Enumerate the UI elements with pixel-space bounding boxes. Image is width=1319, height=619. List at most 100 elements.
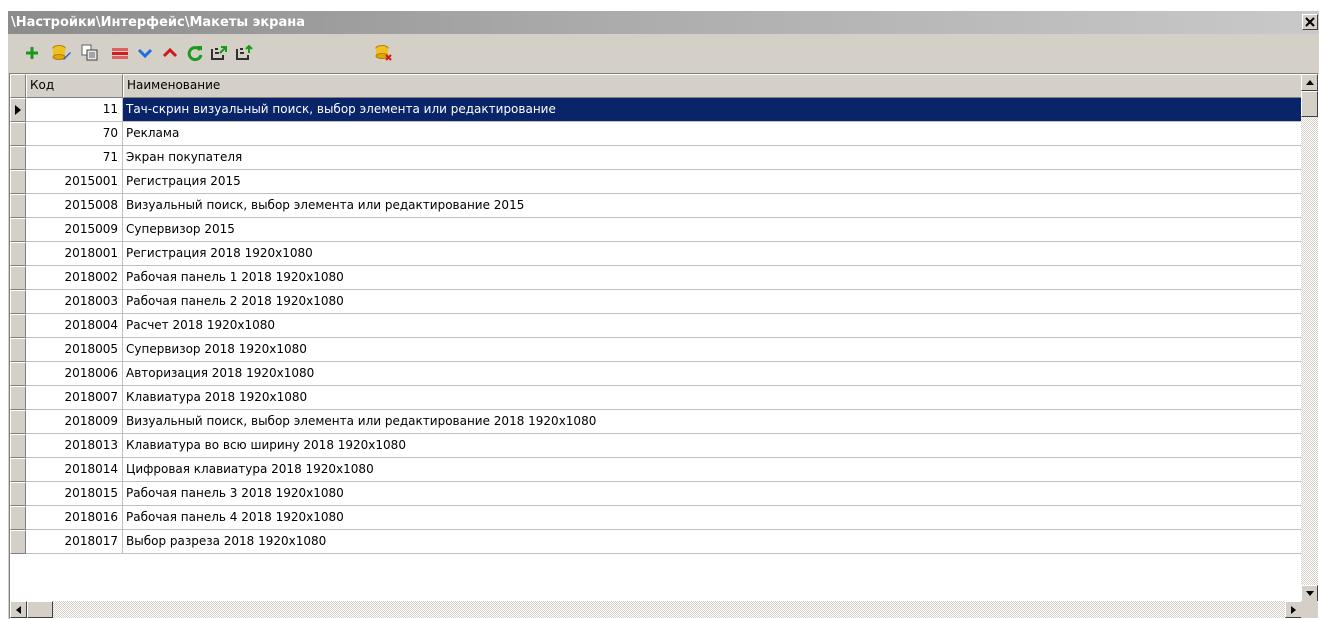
- table-row[interactable]: 11 Тач-скрин визуальный поиск, выбор элем…: [10, 98, 1302, 122]
- row-indicator[interactable]: [10, 410, 26, 434]
- move-down-button[interactable]: [134, 42, 156, 64]
- table-row[interactable]: 2015008 Визуальный поиск, выбор элемента …: [10, 194, 1302, 218]
- cell-code[interactable]: 2015008: [26, 194, 123, 218]
- column-header-code[interactable]: Код: [26, 74, 123, 98]
- table-row[interactable]: 2018015 Рабочая панель 3 2018 1920x1080: [10, 482, 1302, 506]
- table-row[interactable]: 2018003 Рабочая панель 2 2018 1920x1080: [10, 290, 1302, 314]
- cell-code[interactable]: 2018004: [26, 314, 123, 338]
- row-indicator[interactable]: [10, 146, 26, 170]
- row-indicator[interactable]: [10, 362, 26, 386]
- table-row[interactable]: 71 Экран покупателя: [10, 146, 1302, 170]
- cell-code[interactable]: 2018016: [26, 506, 123, 530]
- row-indicator[interactable]: [10, 506, 26, 530]
- row-indicator[interactable]: [10, 338, 26, 362]
- close-button[interactable]: [1302, 14, 1318, 30]
- cell-code[interactable]: 70: [26, 122, 123, 146]
- cell-code[interactable]: 2018001: [26, 242, 123, 266]
- vertical-scroll-thumb[interactable]: [1301, 91, 1318, 117]
- cell-name[interactable]: Реклама: [123, 122, 1302, 146]
- refresh-button[interactable]: [184, 42, 206, 64]
- table-row[interactable]: 2018016 Рабочая панель 4 2018 1920x1080: [10, 506, 1302, 530]
- table-row[interactable]: 2015009 Супервизор 2015: [10, 218, 1302, 242]
- row-indicator[interactable]: [10, 266, 26, 290]
- cell-name[interactable]: Тач-скрин визуальный поиск, выбор элемен…: [123, 98, 1302, 122]
- cell-name[interactable]: Рабочая панель 1 2018 1920x1080: [123, 266, 1302, 290]
- scroll-down-button[interactable]: [1301, 585, 1318, 602]
- cell-name[interactable]: Рабочая панель 4 2018 1920x1080: [123, 506, 1302, 530]
- cell-name[interactable]: Цифровая клавиатура 2018 1920x1080: [123, 458, 1302, 482]
- cell-name[interactable]: Экран покупателя: [123, 146, 1302, 170]
- row-indicator[interactable]: [10, 386, 26, 410]
- horizontal-scroll-thumb[interactable]: [27, 601, 53, 618]
- copy-button[interactable]: [79, 42, 101, 64]
- row-indicator[interactable]: [10, 314, 26, 338]
- cell-code[interactable]: 71: [26, 146, 123, 170]
- table-row[interactable]: 2018001 Регистрация 2018 1920x1080: [10, 242, 1302, 266]
- row-indicator[interactable]: [10, 482, 26, 506]
- column-header-name[interactable]: Наименование: [123, 74, 1302, 98]
- row-indicator[interactable]: [10, 458, 26, 482]
- cell-code[interactable]: 2018013: [26, 434, 123, 458]
- cell-name[interactable]: Рабочая панель 2 2018 1920x1080: [123, 290, 1302, 314]
- row-indicator[interactable]: [10, 122, 26, 146]
- cell-code[interactable]: 2018002: [26, 266, 123, 290]
- cell-name[interactable]: Регистрация 2018 1920x1080: [123, 242, 1302, 266]
- row-indicator[interactable]: [10, 434, 26, 458]
- row-indicator[interactable]: [10, 530, 26, 554]
- row-indicator[interactable]: [10, 290, 26, 314]
- row-indicator[interactable]: [10, 170, 26, 194]
- move-up-button[interactable]: [159, 42, 181, 64]
- cell-code[interactable]: 2018007: [26, 386, 123, 410]
- cell-name[interactable]: Визуальный поиск, выбор элемента или ред…: [123, 410, 1302, 434]
- scroll-left-button[interactable]: [10, 601, 27, 618]
- table-row[interactable]: 2018007 Клавиатура 2018 1920x1080: [10, 386, 1302, 410]
- table-row[interactable]: 2018017 Выбор разреза 2018 1920x1080: [10, 530, 1302, 554]
- cell-code[interactable]: 11: [26, 98, 123, 122]
- table-row[interactable]: 2018006 Авторизация 2018 1920x1080: [10, 362, 1302, 386]
- cell-name[interactable]: Визуальный поиск, выбор элемента или ред…: [123, 194, 1302, 218]
- table-row[interactable]: 70 Реклама: [10, 122, 1302, 146]
- table-row[interactable]: 2018013 Клавиатура во всю ширину 2018 192…: [10, 434, 1302, 458]
- cell-name[interactable]: Рабочая панель 3 2018 1920x1080: [123, 482, 1302, 506]
- cell-name[interactable]: Клавиатура во всю ширину 2018 1920x1080: [123, 434, 1302, 458]
- cell-name[interactable]: Клавиатура 2018 1920x1080: [123, 386, 1302, 410]
- delete-button[interactable]: [109, 42, 131, 64]
- table-row[interactable]: 2018005 Супервизор 2018 1920x1080: [10, 338, 1302, 362]
- scroll-up-button[interactable]: [1301, 74, 1318, 91]
- cell-name[interactable]: Супервизор 2015: [123, 218, 1302, 242]
- scroll-right-button[interactable]: [1285, 601, 1302, 618]
- row-indicator[interactable]: [10, 242, 26, 266]
- cell-name[interactable]: Супервизор 2018 1920x1080: [123, 338, 1302, 362]
- cell-name[interactable]: Авторизация 2018 1920x1080: [123, 362, 1302, 386]
- clear-button[interactable]: [373, 42, 395, 64]
- table-row[interactable]: 2018009 Визуальный поиск, выбор элемента …: [10, 410, 1302, 434]
- refresh-icon: [187, 46, 203, 62]
- table-row[interactable]: 2018002 Рабочая панель 1 2018 1920x1080: [10, 266, 1302, 290]
- row-indicator[interactable]: [10, 218, 26, 242]
- add-button[interactable]: [21, 42, 43, 64]
- export-button[interactable]: [208, 42, 230, 64]
- cell-code[interactable]: 2018014: [26, 458, 123, 482]
- cell-code[interactable]: 2018006: [26, 362, 123, 386]
- vertical-scrollbar[interactable]: [1301, 74, 1318, 602]
- cell-code[interactable]: 2018005: [26, 338, 123, 362]
- scroll-corner: [1301, 601, 1318, 618]
- table-row[interactable]: 2015001 Регистрация 2015: [10, 170, 1302, 194]
- horizontal-scrollbar[interactable]: [10, 601, 1302, 618]
- cell-code[interactable]: 2015009: [26, 218, 123, 242]
- table-row[interactable]: 2018004 Расчет 2018 1920x1080: [10, 314, 1302, 338]
- cell-name[interactable]: Регистрация 2015: [123, 170, 1302, 194]
- cell-code[interactable]: 2018003: [26, 290, 123, 314]
- row-indicator[interactable]: [10, 194, 26, 218]
- cell-name[interactable]: Выбор разреза 2018 1920x1080: [123, 530, 1302, 554]
- cell-code[interactable]: 2015001: [26, 170, 123, 194]
- table-row[interactable]: 2018014 Цифровая клавиатура 2018 1920x108…: [10, 458, 1302, 482]
- cell-code[interactable]: 2018017: [26, 530, 123, 554]
- cell-code[interactable]: 2018015: [26, 482, 123, 506]
- import-button[interactable]: [233, 42, 255, 64]
- row-indicator[interactable]: [10, 98, 26, 122]
- cell-code[interactable]: 2018009: [26, 410, 123, 434]
- cell-name[interactable]: Расчет 2018 1920x1080: [123, 314, 1302, 338]
- grid-rows: 11 Тач-скрин визуальный поиск, выбор элем…: [10, 98, 1302, 554]
- edit-button[interactable]: [51, 42, 73, 64]
